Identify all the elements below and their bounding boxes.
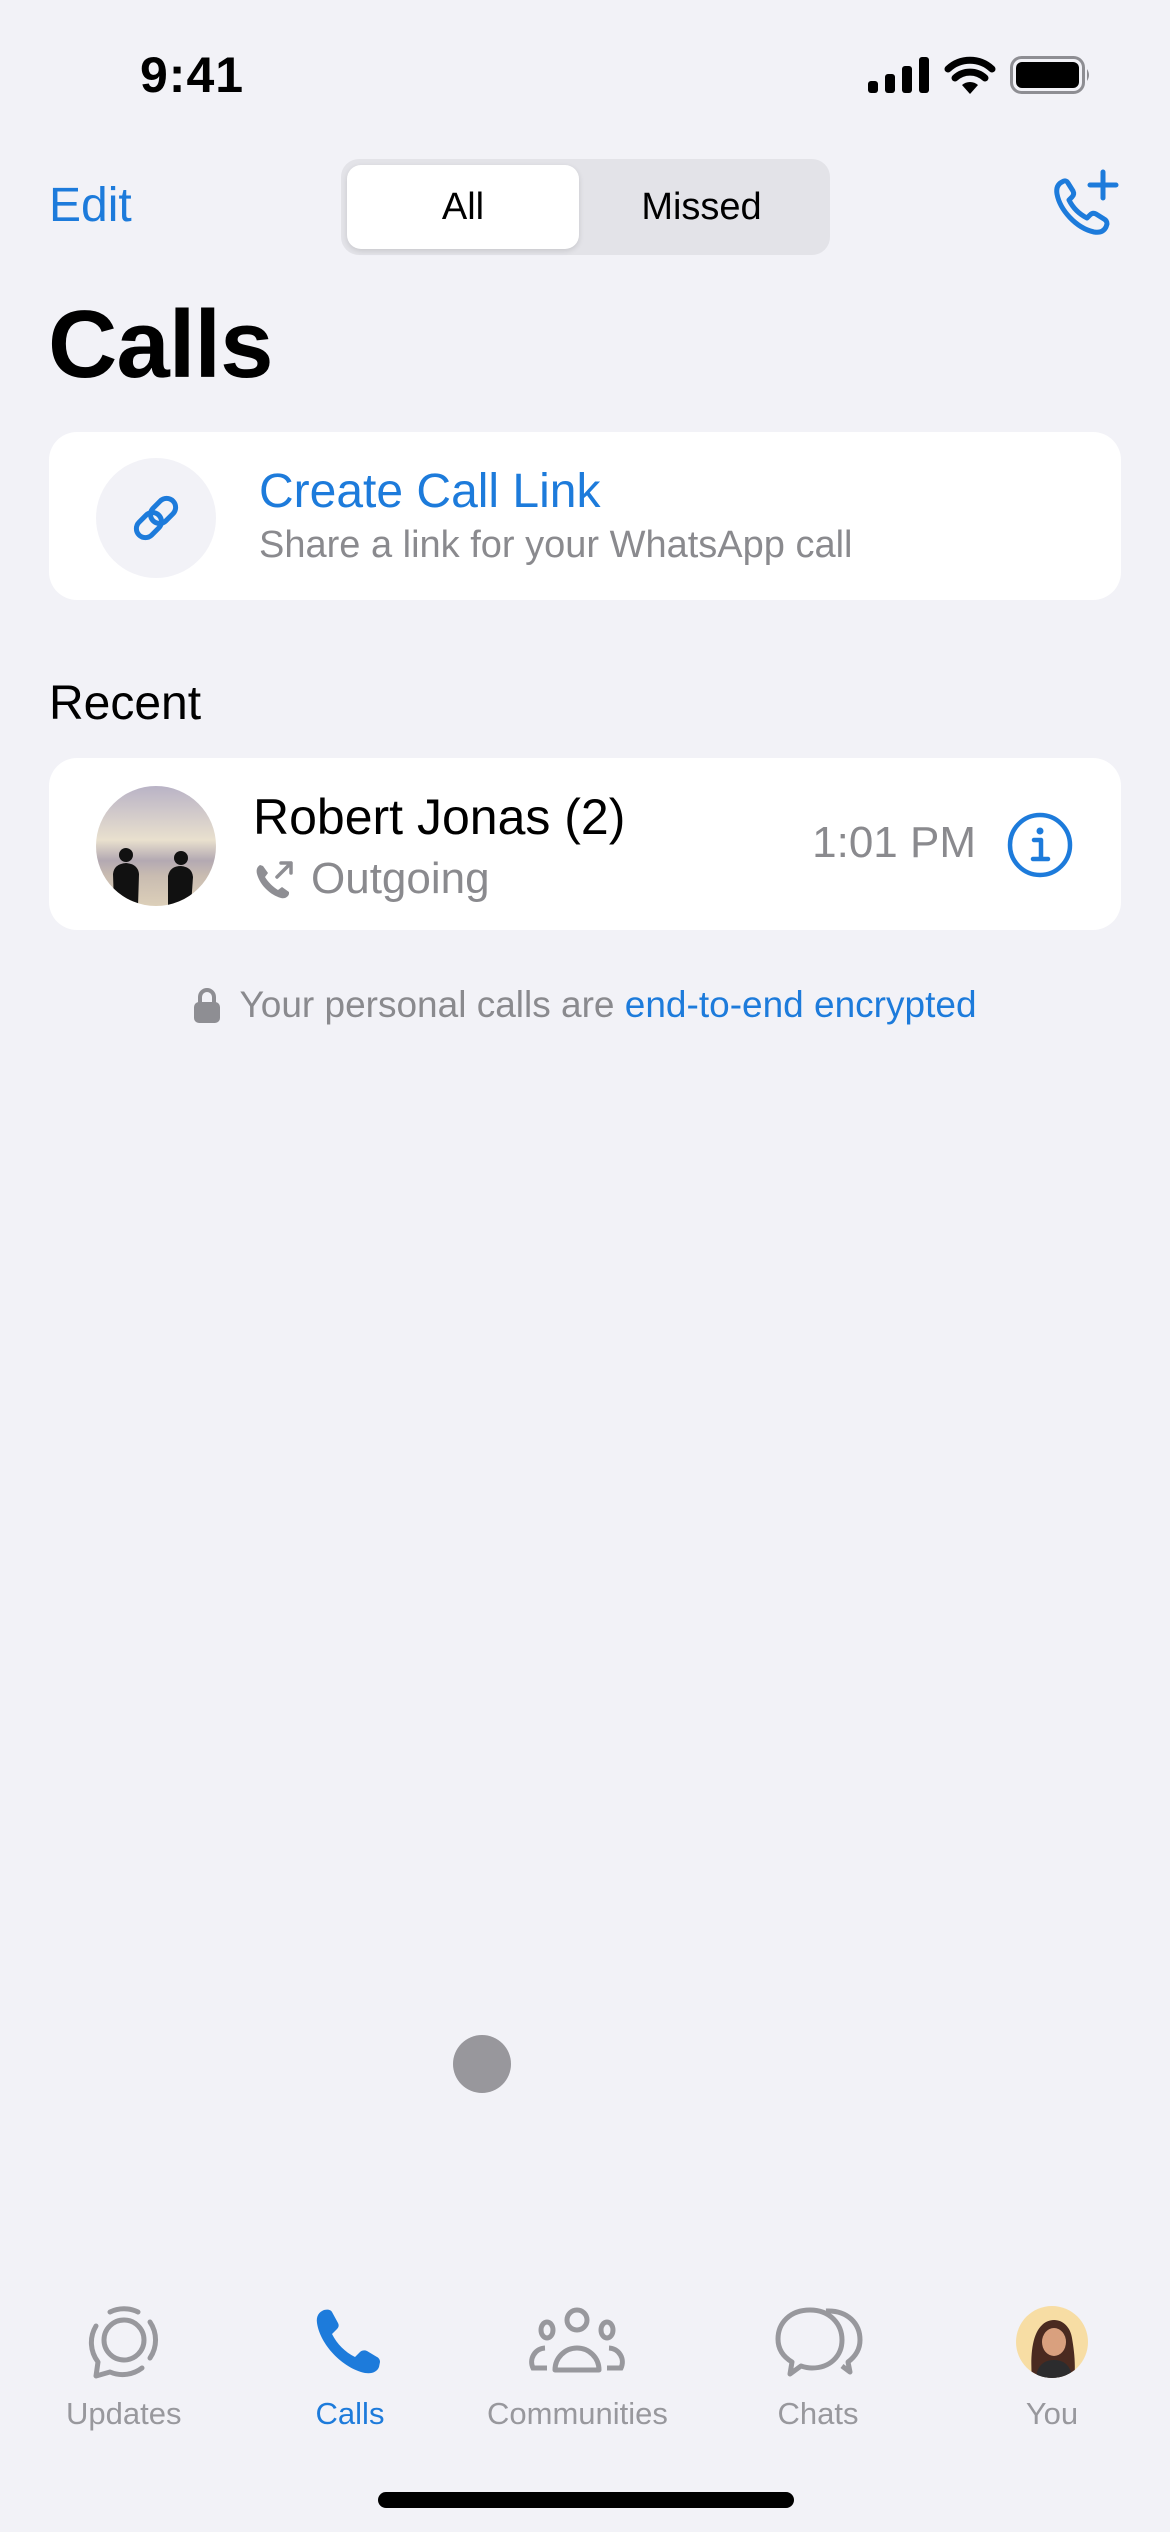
- tab-bar: Updates Calls Communities Chats You: [0, 2280, 1170, 2432]
- tab-calls[interactable]: Calls: [300, 2300, 400, 2432]
- tab-you-label: You: [1025, 2396, 1079, 2431]
- cellular-signal-icon: [868, 57, 929, 93]
- navigation-bar: Edit All Missed: [0, 150, 1170, 270]
- link-icon-container: [96, 458, 216, 578]
- wifi-icon: [944, 56, 996, 94]
- new-call-button[interactable]: [1048, 168, 1120, 240]
- call-filter-segmented-control: All Missed: [341, 159, 830, 255]
- tab-updates-label: Updates: [66, 2396, 182, 2431]
- tab-communities-label: Communities: [487, 2396, 668, 2431]
- tab-chats-label: Chats: [777, 2396, 859, 2431]
- tab-communities[interactable]: Communities: [487, 2300, 668, 2432]
- tab-you[interactable]: You: [1002, 2300, 1102, 2432]
- segment-all[interactable]: All: [347, 165, 579, 249]
- call-time: 1:01 PM: [812, 818, 976, 867]
- contact-name: Robert Jonas (2): [253, 789, 626, 845]
- chats-icon: [775, 2307, 863, 2377]
- page-title: Calls: [48, 291, 273, 398]
- updates-icon: [88, 2306, 158, 2379]
- info-icon: [1007, 812, 1073, 878]
- call-type: Outgoing: [253, 854, 490, 904]
- encryption-note: Your personal calls are end-to-end encry…: [0, 984, 1170, 1026]
- create-call-link-card[interactable]: Create Call Link Share a link for your W…: [49, 432, 1121, 600]
- profile-avatar: [1016, 2306, 1088, 2378]
- encryption-text: Your personal calls are: [239, 984, 615, 1025]
- link-icon: [133, 495, 179, 541]
- call-type-label: Outgoing: [311, 854, 490, 903]
- lock-icon: [194, 988, 221, 1023]
- call-info-button[interactable]: [1007, 812, 1073, 878]
- recent-section-label: Recent: [49, 677, 202, 730]
- encryption-link[interactable]: end-to-end encrypted: [625, 984, 977, 1025]
- tab-chats[interactable]: Chats: [768, 2300, 868, 2432]
- phone-icon: [316, 2309, 380, 2374]
- segment-missed[interactable]: Missed: [579, 165, 824, 249]
- home-indicator[interactable]: [378, 2492, 794, 2508]
- edit-button[interactable]: Edit: [49, 178, 132, 233]
- phone-plus-icon: [1054, 169, 1119, 235]
- contact-avatar: [96, 786, 216, 906]
- tab-updates[interactable]: Updates: [66, 2300, 181, 2432]
- battery-icon: [1010, 56, 1089, 94]
- status-icons: [868, 56, 1092, 94]
- communities-icon: [529, 2307, 626, 2373]
- call-list-item[interactable]: Robert Jonas (2) Outgoing 1:01 PM: [49, 758, 1121, 930]
- outgoing-call-icon: [256, 861, 293, 899]
- status-bar: 9:41: [0, 0, 1170, 150]
- touch-indicator: [453, 2035, 511, 2093]
- create-call-link-subtitle: Share a link for your WhatsApp call: [259, 524, 853, 566]
- tab-calls-label: Calls: [315, 2396, 385, 2431]
- create-call-link-title: Create Call Link: [259, 465, 601, 518]
- status-time: 9:41: [140, 47, 245, 103]
